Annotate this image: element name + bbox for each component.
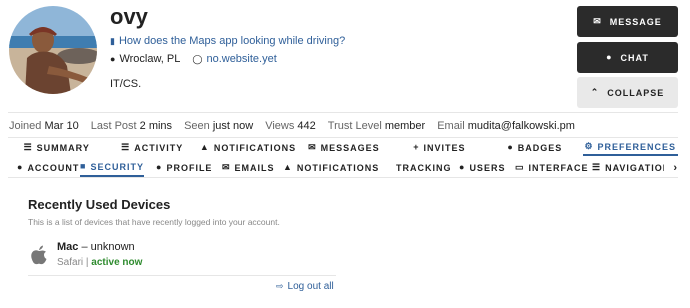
chevron-right-icon[interactable]: › [673,158,678,177]
log-out-all-button[interactable]: ⇨ Log out all [276,281,334,292]
user-stats: Joined Mar 10 Last Post 2 mins Seen just… [9,120,575,132]
stat-joined: Joined Mar 10 [9,120,79,132]
username: ovy [110,4,148,29]
stream-icon: ☰ [121,142,131,152]
lock-icon: ■ [80,161,87,171]
bio-title-text[interactable]: How does the Maps app looking while driv… [119,35,345,47]
tab-emails[interactable]: ✉ EMAILS [222,158,275,177]
chat-button[interactable]: ● CHAT [577,42,678,73]
bars-icon: ☰ [592,162,602,172]
divider [8,177,678,178]
bio-title[interactable]: ▮ How does the Maps app looking while dr… [110,35,345,47]
list-icon: ☰ [23,142,33,152]
log-out-all-label: Log out all [287,281,334,292]
divider [28,275,336,276]
tab-messages[interactable]: ✉ MESSAGES [296,139,391,156]
location-text: Wroclaw, PL [119,53,181,65]
divider [8,137,678,138]
chat-button-label: CHAT [620,52,649,63]
tab-tracking[interactable]: TRACKING [396,158,452,177]
message-button-label: MESSAGE [609,16,662,27]
cog-icon: ⚙ [584,141,594,151]
collapse-button[interactable]: ⌃ COLLAPSE [577,77,678,108]
stat-views: Views 442 [265,120,316,132]
avatar[interactable] [9,6,97,94]
comment-icon: ● [606,52,613,62]
device-session: Safari | active now [57,257,143,268]
section-description: This is a list of devices that have rece… [28,217,280,227]
stat-last-post: Last Post 2 mins [90,120,173,132]
users-icon: ● [459,162,466,172]
book-icon: ▮ [110,35,115,46]
envelope-icon: ✉ [593,16,602,26]
tab-account[interactable]: ● ACCOUNT [17,158,79,177]
collapse-button-label: COLLAPSE [607,87,665,98]
sign-out-icon: ⇨ [276,281,284,291]
collapse-icon: ⌃ [590,87,600,97]
certificate-icon: ● [507,142,514,152]
profile-meta: ● Wroclaw, PL ◯ no.website.yet [110,53,277,65]
status-badge: active now [91,257,143,268]
user-bio: IT/CS. [110,78,142,90]
stat-trust-level: Trust Level member [327,120,426,132]
tab-interface[interactable]: ▭ INTERFACE [515,158,589,177]
tab-users[interactable]: ● USERS [459,158,505,177]
secondary-nav: ● ACCOUNT ■ SECURITY ● PROFILE ✉ EMAILS ▲ NOT… [9,158,678,177]
tab-activity[interactable]: ☰ ACTIVITY [104,139,199,156]
device-name: Mac – unknown [57,241,135,253]
recently-used-devices: Recently Used Devices This is a list of … [28,197,336,292]
tab-notifications[interactable]: ▲ NOTIFICATIONS [283,158,379,177]
desktop-icon: ▭ [515,162,525,172]
message-button[interactable]: ✉ MESSAGE [577,6,678,37]
website-link[interactable]: no.website.yet [206,53,276,65]
user-icon: ● [156,162,163,172]
apple-icon [30,245,48,270]
envelope-icon: ✉ [308,142,317,152]
tab-profile[interactable]: ● PROFILE [156,158,212,177]
tab-security[interactable]: ■ SECURITY [80,158,144,177]
map-marker-icon: ● [110,53,116,64]
envelope-icon: ✉ [222,162,231,172]
bell-icon: ▲ [283,162,293,172]
primary-nav: ☰ SUMMARY ☰ ACTIVITY ▲ NOTIFICATIONS ✉ MESSA… [9,139,678,156]
location: ● Wroclaw, PL [110,53,180,65]
tab-preferences[interactable]: ⚙ PREFERENCES [582,139,678,156]
tab-navigation[interactable]: ☰NAVIGATION R [592,158,664,177]
tab-summary[interactable]: ☰ SUMMARY [9,139,104,156]
tab-notifications[interactable]: ▲ NOTIFICATIONS [200,139,296,156]
user-icon: ● [17,162,24,172]
device-row: Mac – unknown Safari | active now [28,239,336,275]
stat-email: Email mudita@falkowski.pm [437,120,575,132]
website[interactable]: ◯ no.website.yet [192,53,276,65]
bell-icon: ▲ [199,142,210,152]
tab-badges[interactable]: ● BADGES [487,139,582,156]
globe-icon: ◯ [192,53,203,64]
divider [8,112,678,113]
stat-seen: Seen just now [184,120,254,132]
user-plus-icon: + [413,142,420,152]
section-title: Recently Used Devices [28,197,171,212]
tab-invites[interactable]: + INVITES [392,139,487,156]
